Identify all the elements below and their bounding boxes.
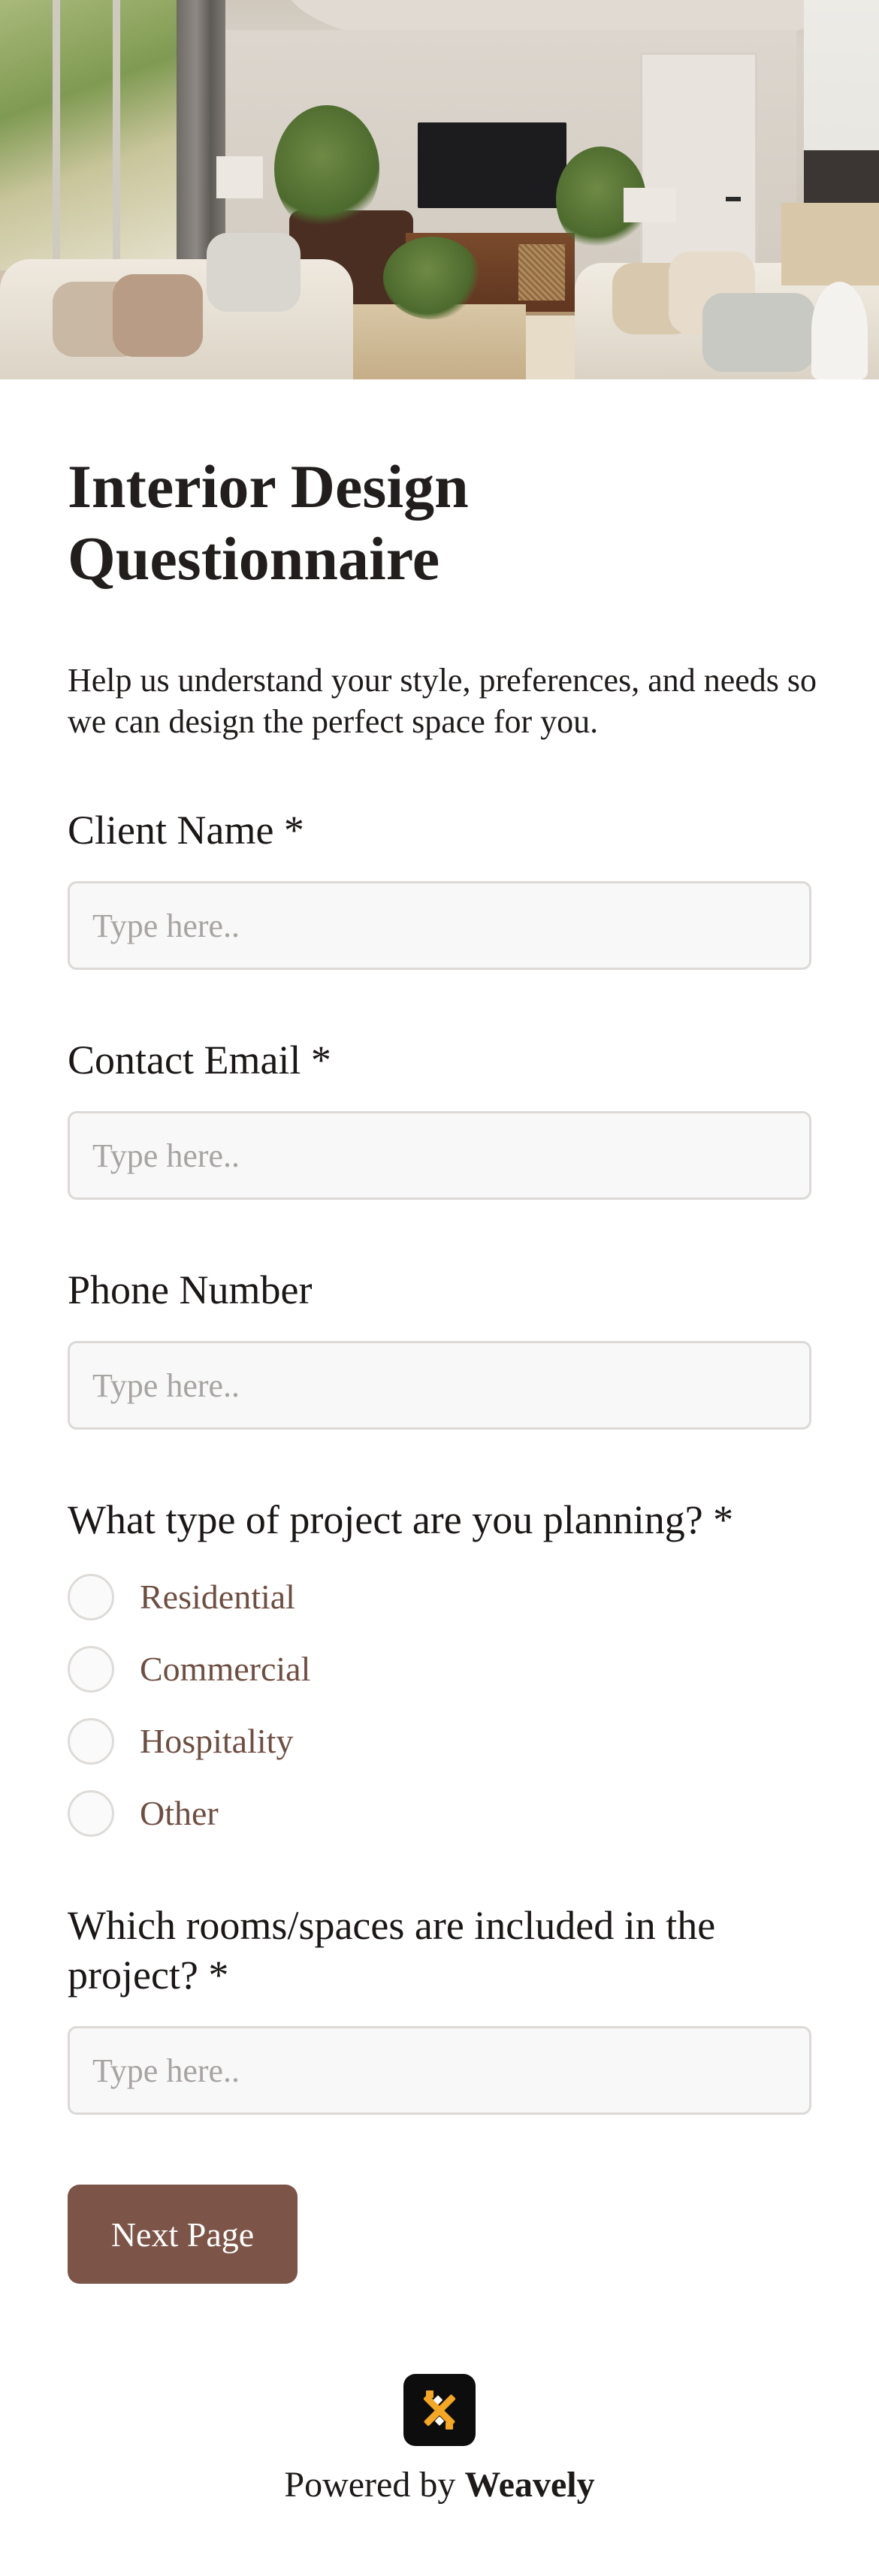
hero-pillow (702, 293, 815, 372)
phone-number-input[interactable] (68, 1341, 811, 1430)
hero-window-frame (113, 0, 120, 270)
hero-plant (274, 105, 379, 233)
weavely-logo-icon[interactable] (403, 2374, 476, 2446)
contact-email-label: Contact Email * (68, 1037, 331, 1083)
hero-lamp (216, 156, 263, 198)
hero-window-frame (53, 0, 60, 270)
hero-lamp (781, 203, 879, 285)
radio-option-other[interactable]: Other (68, 1787, 594, 1840)
hero-plant (383, 237, 481, 319)
hero-lamp (624, 188, 676, 222)
page-title: Interior Design Questionnaire (68, 452, 469, 593)
phone-number-label: Phone Number (68, 1267, 313, 1312)
radio-option-label: Residential (140, 1578, 295, 1616)
rooms-label: Which rooms/spaces are included in the p… (68, 1903, 716, 1998)
radio-option-label: Other (140, 1794, 219, 1832)
hero-lamp-base (811, 282, 868, 379)
project-type-label: What type of project are you planning? * (68, 1497, 734, 1542)
radio-option-label: Commercial (140, 1650, 311, 1688)
hero-window (0, 0, 188, 270)
hero-tv (418, 122, 566, 208)
radio-button[interactable] (68, 1718, 114, 1765)
hero-pillow (207, 233, 301, 312)
powered-by-label: Powered by (284, 2465, 456, 2505)
next-page-button[interactable]: Next Page (68, 2185, 298, 2284)
contact-email-input[interactable] (68, 1111, 811, 1200)
radio-button[interactable] (68, 1574, 114, 1620)
radio-option-label: Hospitality (140, 1722, 294, 1760)
brand-name[interactable]: Weavely (464, 2465, 594, 2505)
hero-backsplash (804, 150, 879, 203)
weavely-logo-mark (423, 2390, 456, 2430)
radio-option-commercial[interactable]: Commercial (68, 1643, 594, 1696)
radio-button[interactable] (68, 1790, 114, 1837)
radio-option-hospitality[interactable]: Hospitality (68, 1715, 594, 1768)
hero-pillow (113, 274, 203, 357)
header-image (0, 0, 879, 379)
page-subtitle: Help us understand your style, preferenc… (68, 662, 817, 740)
hero-console-cane (518, 244, 565, 300)
radio-button[interactable] (68, 1646, 114, 1693)
client-name-input[interactable] (68, 881, 811, 970)
radio-option-residential[interactable]: Residential (68, 1571, 594, 1623)
rooms-input[interactable] (68, 2026, 811, 2115)
client-name-label: Client Name * (68, 808, 304, 853)
hero-door-handle (726, 197, 741, 201)
powered-by-text: Powered by Weavely (0, 2463, 879, 2508)
